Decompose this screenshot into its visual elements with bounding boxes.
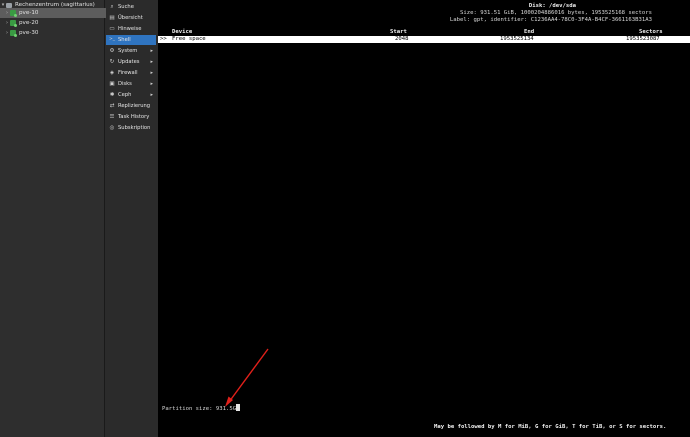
annotation-arrow <box>225 348 269 407</box>
arrow-shaft <box>228 348 269 403</box>
